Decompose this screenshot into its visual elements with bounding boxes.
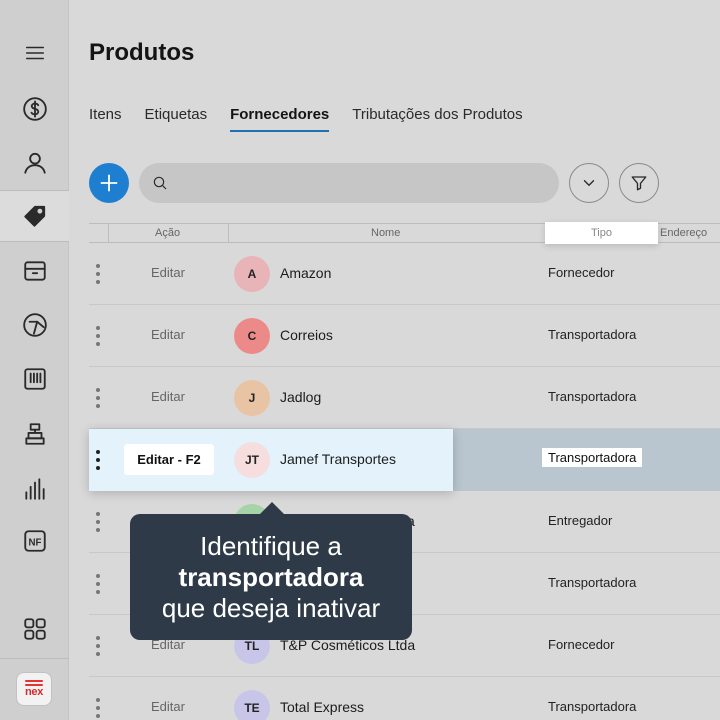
row-tipo: Transportadora	[548, 389, 637, 404]
column-tipo[interactable]: Tipo	[545, 222, 658, 244]
row-tipo: Fornecedor	[548, 265, 615, 280]
column-divider	[228, 224, 229, 243]
more-options-icon[interactable]	[95, 698, 101, 718]
row-name: Total Express	[280, 699, 365, 715]
column-endereco[interactable]: Endereço	[660, 227, 707, 239]
row-name: Correios	[280, 327, 333, 343]
tabs: Itens Etiquetas Fornecedores Tributações…	[89, 106, 546, 132]
table-header: Ação Nome Tipo Endereço	[89, 222, 720, 244]
svg-text:NF: NF	[28, 537, 41, 548]
chevron-down-icon	[583, 180, 595, 186]
tab-etiquetas[interactable]: Etiquetas	[145, 106, 208, 132]
filter-icon	[631, 176, 647, 191]
more-options-icon[interactable]	[95, 264, 101, 284]
search-bar[interactable]	[139, 163, 559, 203]
bar-chart-icon[interactable]	[0, 463, 69, 515]
row-name: Jamef Transportes	[280, 451, 396, 467]
apps-grid-icon[interactable]	[0, 603, 69, 655]
menu-icon[interactable]	[0, 27, 69, 79]
add-button[interactable]	[89, 163, 129, 203]
search-icon	[153, 176, 167, 190]
sidebar-divider	[0, 658, 69, 659]
user-icon[interactable]	[0, 137, 69, 189]
more-options-icon[interactable]	[95, 326, 101, 346]
avatar: JT	[234, 442, 270, 478]
nf-icon[interactable]: NF	[0, 515, 69, 567]
column-acao[interactable]: Ação	[155, 227, 180, 239]
row-name: Jadlog	[280, 389, 322, 405]
search-input[interactable]	[176, 175, 546, 191]
pie-chart-icon[interactable]	[0, 299, 69, 351]
edit-button[interactable]: Editar	[151, 699, 185, 714]
expand-button[interactable]	[569, 163, 609, 203]
box-icon[interactable]	[0, 245, 69, 297]
more-options-icon[interactable]	[95, 388, 101, 408]
row-tipo: Transportadora	[542, 448, 643, 467]
row-tipo: Fornecedor	[548, 637, 615, 652]
logo-text: nex	[24, 686, 44, 698]
table-row[interactable]: Editar J Jadlog Transportadora	[89, 367, 720, 429]
page-title: Produtos	[89, 39, 195, 66]
edit-button[interactable]: Editar	[151, 389, 185, 404]
avatar: A	[234, 256, 270, 292]
avatar: TE	[234, 690, 270, 720]
tab-tributacoes[interactable]: Tributações dos Produtos	[352, 106, 522, 132]
avatar: J	[234, 380, 270, 416]
row-tipo: Transportadora	[548, 327, 637, 342]
edit-button[interactable]: Editar	[151, 265, 185, 280]
nex-logo[interactable]: nex	[16, 672, 52, 706]
table-row[interactable]: Editar C Correios Transportadora	[89, 305, 720, 367]
more-options-icon[interactable]	[95, 512, 101, 532]
column-nome[interactable]: Nome	[371, 227, 400, 239]
plus-icon	[100, 174, 118, 192]
barcode-icon[interactable]	[0, 353, 69, 405]
table-row[interactable]: Editar TE Total Express Transportadora	[89, 677, 720, 720]
tooltip-line-1: Identifique a	[200, 530, 342, 561]
column-divider	[108, 224, 109, 243]
more-options-icon[interactable]	[95, 574, 101, 594]
avatar: C	[234, 318, 270, 354]
edit-f2-button[interactable]: Editar - F2	[124, 444, 214, 475]
tab-fornecedores[interactable]: Fornecedores	[230, 106, 330, 132]
edit-button[interactable]: Editar	[151, 327, 185, 342]
more-options-icon[interactable]	[95, 636, 101, 656]
filter-button[interactable]	[619, 163, 659, 203]
row-tipo: Transportadora	[548, 575, 637, 590]
register-icon[interactable]	[0, 408, 69, 460]
dollar-icon[interactable]	[0, 83, 69, 135]
row-tipo: Transportadora	[548, 699, 637, 714]
row-tipo: Entregador	[548, 513, 613, 528]
tooltip-line-2: transportadora	[178, 561, 364, 592]
sidebar: NF nex	[0, 0, 69, 720]
table-row-selected[interactable]: Editar - F2 JT Jamef Transportes Transpo…	[89, 429, 720, 491]
row-name: Amazon	[280, 265, 332, 281]
instruction-tooltip: Identifique a transportadora que deseja …	[130, 502, 412, 640]
table-row[interactable]: Editar A Amazon Fornecedor	[89, 243, 720, 305]
tag-icon[interactable]	[0, 190, 69, 242]
tooltip-line-3: que deseja inativar	[161, 592, 381, 623]
tab-itens[interactable]: Itens	[89, 106, 122, 132]
more-options-icon[interactable]	[95, 450, 101, 470]
